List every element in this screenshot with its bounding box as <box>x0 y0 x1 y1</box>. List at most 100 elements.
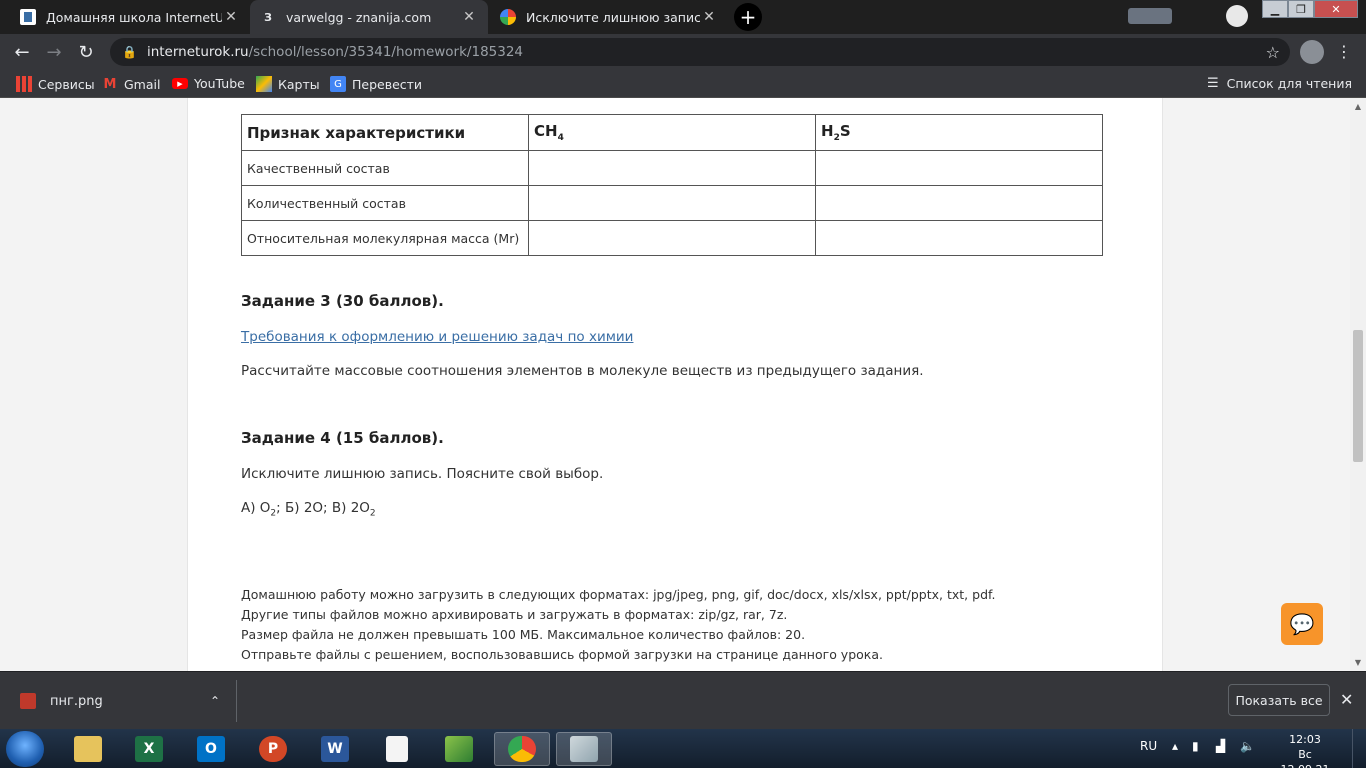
url-path: /school/lesson/35341/homework/185324 <box>248 44 524 60</box>
bookmarks-bar: Сервисы M Gmail ▶ YouTube Карты G Переве… <box>0 70 1366 98</box>
reading-list-icon: ☰ <box>1206 76 1219 91</box>
taskbar-chrome[interactable] <box>494 732 550 766</box>
taskbar-notepad[interactable] <box>369 732 425 766</box>
tab-search-icon[interactable] <box>1226 5 1248 27</box>
language-indicator[interactable]: RU <box>1140 739 1157 753</box>
tab-close-icon[interactable]: ✕ <box>460 9 478 25</box>
reload-icon[interactable]: ↻ <box>74 40 98 64</box>
document-icon <box>386 736 408 762</box>
translate-icon: G <box>330 76 346 92</box>
profile-avatar[interactable] <box>1300 40 1324 64</box>
maximize-button[interactable]: ❐ <box>1288 0 1314 18</box>
task4-options: А) O2; Б) 2O; В) 2O2 <box>241 500 376 519</box>
windows-taskbar: X O P W RU ▴ ▮ ▟ 🔈 12:03 Вс 12.09.21 <box>0 729 1366 768</box>
task4-title: Задание 4 (15 баллов). <box>241 429 444 447</box>
tray-power-icon[interactable]: ▮ <box>1192 739 1199 753</box>
tab-internet-urok[interactable]: Домашняя школа InternetUrok.ru ✕ <box>10 0 250 34</box>
minimize-button[interactable]: ▁ <box>1262 0 1288 18</box>
tab-strip: Домашняя школа InternetUrok.ru ✕ З varwe… <box>0 0 1366 34</box>
bookmark-youtube[interactable]: ▶ YouTube <box>172 76 245 91</box>
taskbar-word[interactable]: W <box>307 732 363 766</box>
powerpoint-icon: P <box>259 736 287 762</box>
bookmark-maps[interactable]: Карты <box>256 76 320 92</box>
apps-grid-icon <box>16 76 32 92</box>
network-signal-icon[interactable]: ▟ <box>1216 739 1225 753</box>
upload-note: Отправьте файлы с решением, воспользовав… <box>241 647 883 662</box>
upload-notes: Домашнюю работу можно загрузить в следую… <box>241 585 995 665</box>
characteristics-table: Признак характеристики CH4 H2S Качествен… <box>241 114 1103 256</box>
volume-icon[interactable]: 🔈 <box>1240 739 1255 753</box>
google-favicon <box>500 9 516 25</box>
table-row: Количественный состав <box>241 185 1103 221</box>
back-arrow-icon[interactable]: ← <box>10 40 34 64</box>
gmail-icon: M <box>103 76 117 92</box>
table-header: Признак характеристики <box>241 114 529 151</box>
address-bar[interactable]: 🔒 interneturok.ru/school/lesson/35341/ho… <box>110 38 1290 66</box>
bookmark-translate[interactable]: G Перевести <box>330 76 422 92</box>
table-cell: Относительная молекулярная масса (Mr) <box>241 220 529 256</box>
download-filename: пнг.png <box>50 693 103 709</box>
forward-arrow-icon[interactable]: → <box>42 40 66 64</box>
taskbar-powerpoint[interactable]: P <box>245 732 301 766</box>
scroll-up-icon[interactable]: ▲ <box>1350 102 1366 111</box>
download-shelf: пнг.png ⌃ Показать все ✕ <box>0 671 1366 729</box>
window-close-button[interactable]: ✕ <box>1314 0 1358 18</box>
menu-dots-icon[interactable]: ⋮ <box>1336 42 1352 61</box>
excel-icon: X <box>135 736 163 762</box>
bookmark-services[interactable]: Сервисы <box>16 76 95 92</box>
start-button[interactable] <box>6 731 44 767</box>
reading-list-button[interactable]: ☰ Список для чтения <box>1207 76 1352 91</box>
taskbar-excel[interactable]: X <box>121 732 177 766</box>
upload-note: Другие типы файлов можно архивировать и … <box>241 607 788 622</box>
table-cell <box>528 150 816 186</box>
tray-flag-icon[interactable]: ▴ <box>1172 739 1178 753</box>
chat-bubble-icon[interactable]: 💬 <box>1281 603 1323 645</box>
tab-close-icon[interactable]: ✕ <box>700 9 718 25</box>
taskbar-outlook[interactable]: O <box>183 732 239 766</box>
lock-icon: 🔒 <box>122 45 137 59</box>
table-row: Качественный состав <box>241 150 1103 186</box>
browser-toolbar: ← → ↻ 🔒 interneturok.ru/school/lesson/35… <box>0 34 1366 70</box>
show-desktop-button[interactable] <box>1352 729 1366 768</box>
bookmark-label: Перевести <box>352 76 423 92</box>
tab-znanija[interactable]: З varwelgg - znanija.com ✕ <box>250 0 488 34</box>
scroll-down-icon[interactable]: ▼ <box>1350 658 1366 667</box>
page-scrollbar[interactable]: ▲ ▼ <box>1350 98 1366 671</box>
chevron-up-icon[interactable]: ⌃ <box>210 694 220 708</box>
tab-title: varwelgg - znanija.com <box>286 9 432 25</box>
taskbar-clock[interactable]: 12:03 Вс 12.09.21 <box>1272 732 1338 768</box>
tab-google[interactable]: Исключите лишнюю запись. Пояс ✕ <box>490 0 728 34</box>
taskbar-explorer[interactable] <box>60 732 116 766</box>
show-all-button[interactable]: Показать все <box>1228 684 1330 716</box>
upload-note: Домашнюю работу можно загрузить в следую… <box>241 587 996 602</box>
bookmark-gmail[interactable]: M Gmail <box>102 76 161 92</box>
outlook-icon: O <box>197 736 225 762</box>
chemistry-requirements-link[interactable]: Требования к оформлению и решению задач … <box>241 329 633 345</box>
clock-date: Вс 12.09.21 <box>1281 748 1330 768</box>
taskbar-green-app[interactable] <box>431 732 487 766</box>
download-item[interactable]: пнг.png ⌃ <box>10 686 230 716</box>
internet-urok-favicon <box>20 9 36 25</box>
green-app-icon <box>445 736 473 762</box>
reading-list-label: Список для чтения <box>1226 76 1352 91</box>
task3-text: Рассчитайте массовые соотношения элемент… <box>241 363 924 379</box>
page-viewport: Признак характеристики CH4 H2S Качествен… <box>0 98 1350 671</box>
scrollbar-thumb[interactable] <box>1353 330 1363 462</box>
close-icon[interactable]: ✕ <box>1340 690 1353 709</box>
table-header-row: Признак характеристики CH4 H2S <box>241 114 1103 151</box>
tab-title: Исключите лишнюю запись. Пояс <box>526 9 700 25</box>
table-header-h2s: H2S <box>815 114 1103 151</box>
table-row: Относительная молекулярная масса (Mr) <box>241 220 1103 256</box>
page-margin-right <box>1163 98 1350 671</box>
bookmark-label: Сервисы <box>38 76 95 92</box>
new-tab-button[interactable]: + <box>734 3 762 31</box>
blurred-region <box>1128 8 1172 24</box>
table-cell: Количественный состав <box>241 185 529 221</box>
tab-close-icon[interactable]: ✕ <box>222 9 240 25</box>
table-header-ch4: CH4 <box>528 114 816 151</box>
bookmark-label: YouTube <box>194 76 245 91</box>
bookmark-star-icon[interactable]: ☆ <box>1266 43 1280 62</box>
taskbar-paint[interactable] <box>556 732 612 766</box>
table-cell <box>815 150 1103 186</box>
word-icon: W <box>321 736 349 762</box>
